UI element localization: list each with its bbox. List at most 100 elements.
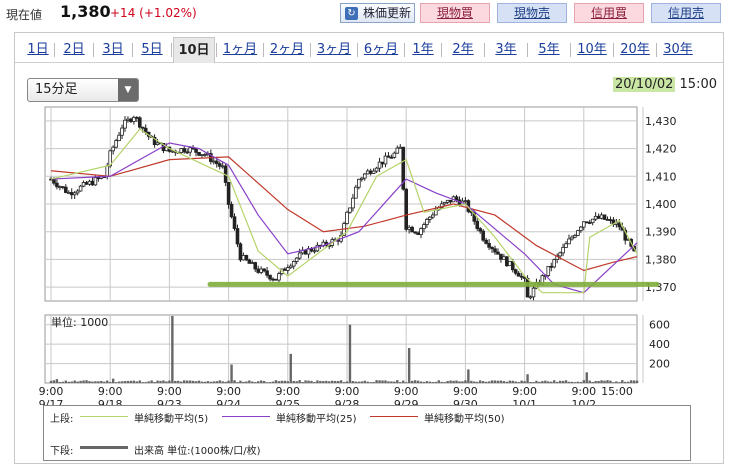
volume-bar [632, 380, 636, 383]
volume-bar [310, 380, 313, 383]
volume-bar [200, 381, 204, 383]
tab-range-4[interactable]: 10日 [173, 37, 215, 63]
tab-range-13[interactable]: 10年 [572, 40, 612, 60]
tab-range-2[interactable]: 3日 [95, 40, 131, 60]
volume-bar [114, 382, 118, 383]
candle-body [558, 252, 562, 257]
candle-body [143, 127, 148, 133]
candle-body [200, 154, 204, 157]
candle-body [404, 188, 408, 230]
candle-body [274, 278, 278, 281]
margin-buy-button[interactable]: 信用買 [574, 3, 644, 23]
legend-upper-label: 上段: [50, 414, 74, 425]
volume-bar [265, 382, 269, 383]
margin-sell-button[interactable]: 信用売 [651, 3, 721, 23]
tab-range-11[interactable]: 3年 [486, 40, 526, 60]
volume-bar [70, 381, 73, 383]
candle-body [238, 243, 243, 261]
tab-range-9[interactable]: 1年 [406, 40, 440, 60]
volume-bar [428, 381, 432, 383]
volume-bar [381, 380, 384, 383]
volume-bar [508, 380, 511, 383]
cash-sell-button[interactable]: 現物売 [497, 3, 567, 23]
tab-separator [656, 43, 657, 57]
quote-bar: 現在値 1,380 +14 (+1.02%) ↻ 株価更新 現物買 現物売 信用… [0, 0, 731, 26]
candle-body [419, 228, 423, 235]
tab-range-3[interactable]: 5日 [134, 40, 170, 60]
tab-range-1[interactable]: 2日 [56, 40, 92, 60]
volume-bar [606, 380, 609, 383]
candle-body [277, 273, 281, 281]
volume-bar [286, 381, 289, 383]
volume-bar [254, 382, 257, 383]
volume-bar [490, 380, 494, 383]
candle-body [395, 147, 400, 154]
x-date-label: 10/2 [571, 398, 596, 405]
candle-body [69, 192, 74, 196]
volume-bar [242, 381, 245, 383]
volume-bar [141, 382, 144, 383]
candle-body [605, 218, 610, 221]
volume-bar [322, 381, 325, 383]
volume-bar [526, 374, 529, 383]
refresh-price-button[interactable]: ↻ 株価更新 [340, 3, 415, 23]
tab-range-14[interactable]: 20年 [615, 40, 655, 60]
tab-range-12[interactable]: 5年 [529, 40, 569, 60]
candle-body [303, 249, 308, 255]
candle-body [75, 190, 80, 194]
candle-body [499, 253, 503, 260]
volume-bar [547, 381, 550, 383]
volume-bar [609, 380, 612, 383]
volume-bar [618, 382, 621, 383]
volume-bar [339, 380, 343, 383]
candle-body [285, 267, 290, 271]
tab-range-8[interactable]: 6ヶ月 [359, 40, 403, 60]
x-time-label: 9:00 [275, 385, 300, 398]
candle-body [481, 230, 485, 241]
candle-body [90, 180, 95, 186]
candle-body [505, 256, 509, 267]
candle-body [129, 118, 133, 122]
candle-body [351, 197, 355, 209]
candle-body [262, 268, 266, 272]
x-time-label: 9:00 [453, 385, 478, 398]
tab-range-15[interactable]: 30年 [658, 40, 698, 60]
candle-body [513, 269, 518, 274]
candle-body [425, 218, 429, 226]
candle-body [114, 140, 118, 148]
candle-body [226, 182, 231, 205]
volume-bar [461, 381, 464, 383]
candle-body [454, 196, 459, 201]
volume-bar [627, 381, 630, 383]
volume-bar [600, 380, 603, 383]
cash-buy-button[interactable]: 現物買 [420, 3, 490, 23]
volume-bar [298, 380, 301, 383]
tab-range-5[interactable]: 1ヶ月 [218, 40, 262, 60]
tab-range-0[interactable]: 1日 [23, 40, 53, 60]
candle-body [64, 186, 68, 193]
candle-body [120, 127, 124, 136]
volume-bar [328, 381, 331, 383]
candle-body [232, 216, 237, 229]
volume-bar [369, 382, 372, 383]
candle-body [81, 182, 86, 187]
tab-range-7[interactable]: 3ヶ月 [312, 40, 356, 60]
tab-range-10[interactable]: 2年 [443, 40, 483, 60]
volume-bar [156, 380, 159, 383]
volume-bar [499, 380, 503, 383]
volume-bar [280, 380, 284, 383]
volume-bar [357, 381, 361, 383]
legend-volume: 出来高 単位:(1000株/口/枚) [134, 446, 261, 457]
volume-bar [479, 380, 482, 383]
volume-bar [455, 380, 458, 383]
tab-range-6[interactable]: 2ヶ月 [265, 40, 309, 60]
candle-body [478, 228, 482, 232]
legend-ma5: 単純移動平均(5) [134, 414, 209, 425]
candle-body [567, 238, 571, 245]
volume-bar [103, 381, 106, 383]
candle-body [288, 265, 293, 269]
volume-bar [532, 382, 535, 383]
volume-bar [520, 380, 523, 383]
volume-bar [171, 315, 174, 383]
tab-separator [171, 43, 172, 57]
